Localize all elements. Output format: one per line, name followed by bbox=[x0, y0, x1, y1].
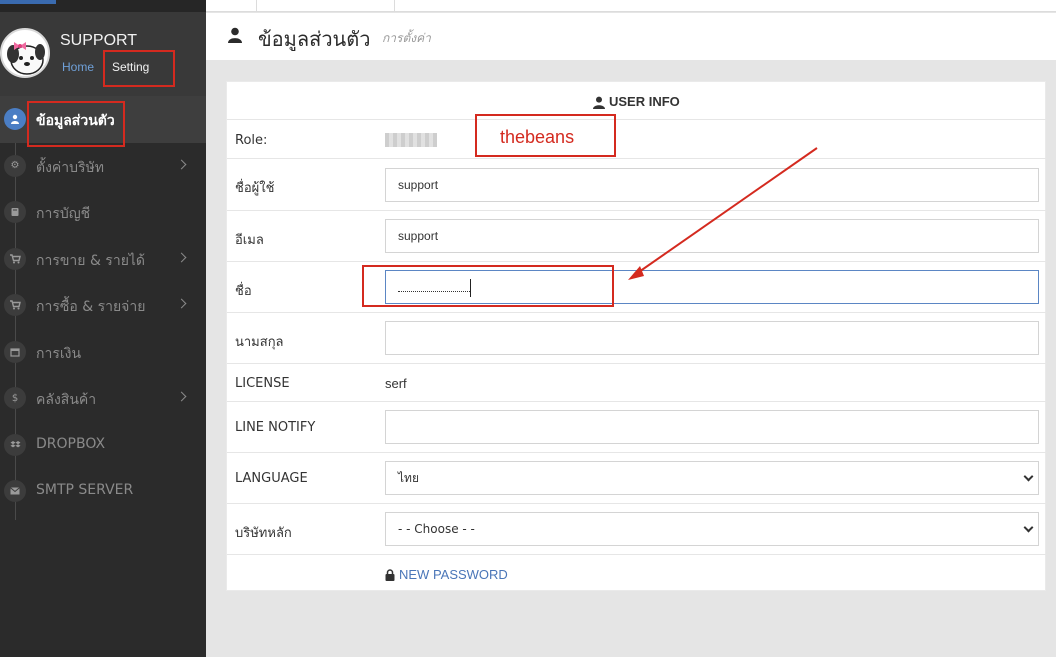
annotation-arrow-icon bbox=[628, 147, 818, 280]
